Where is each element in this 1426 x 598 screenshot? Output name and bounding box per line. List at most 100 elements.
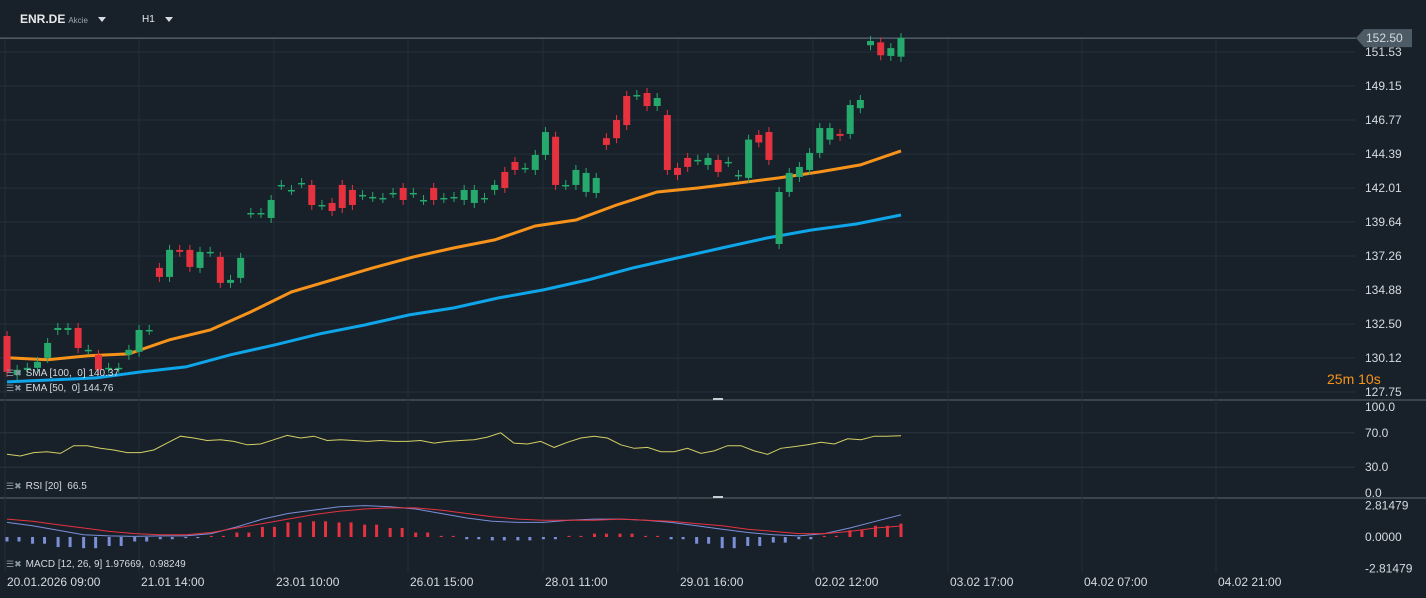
ema-legend: ☰✖ EMA [50, 0] 144.76 — [6, 383, 114, 394]
candle-up — [440, 197, 448, 200]
candle-up — [806, 152, 814, 170]
macd-histogram-bar — [286, 522, 290, 537]
candle-up — [694, 159, 702, 162]
settings-icon[interactable]: ☰✖ — [6, 383, 22, 393]
macd-histogram-bar — [221, 535, 225, 537]
candle-down — [176, 249, 184, 252]
candle-up — [420, 199, 428, 202]
macd-histogram-bar — [196, 537, 200, 539]
candle-up — [785, 172, 793, 192]
macd-histogram-bar — [644, 535, 648, 537]
candle-down — [308, 184, 316, 205]
macd-histogram-bar — [184, 537, 188, 539]
candle-up — [298, 182, 306, 185]
macd-histogram-bar — [31, 537, 35, 544]
candle-down — [328, 202, 336, 211]
macd-histogram-bar — [119, 537, 123, 546]
candle-down — [501, 171, 509, 188]
candle-down — [765, 132, 773, 160]
candle-up — [795, 166, 803, 177]
candle-up — [206, 251, 214, 254]
candle-down — [755, 134, 763, 143]
ema-line — [6, 149, 902, 362]
price-tick-label: 134.88 — [1365, 283, 1402, 297]
rsi-line — [6, 432, 902, 457]
time-tick-label: 21.01 14:00 — [141, 575, 205, 589]
time-tick-label: 23.01 10:00 — [276, 575, 340, 589]
candle-down — [602, 138, 610, 145]
candle-up — [460, 189, 468, 200]
macd-histogram-bar — [82, 537, 86, 549]
candle-up — [704, 157, 712, 165]
macd-histogram-bar — [68, 537, 72, 548]
candle-down — [836, 133, 844, 136]
candle-up — [247, 212, 255, 215]
candle-up — [44, 342, 52, 358]
candle-up — [450, 196, 458, 199]
candle-up — [166, 249, 174, 277]
macd-histogram-bar — [439, 535, 443, 537]
candle-down — [623, 96, 631, 126]
rsi-tick-label: 100.0 — [1365, 400, 1395, 414]
candle-down — [216, 256, 224, 283]
candle-down — [674, 167, 681, 175]
macd-histogram-bar — [133, 537, 137, 542]
macd-histogram-bar — [516, 537, 520, 541]
macd-histogram-bar — [630, 533, 634, 537]
macd-histogram-bar — [260, 526, 264, 537]
sma-legend: ☰✖ SMA [100, 0] 140.37 — [6, 368, 120, 379]
time-tick-label: 29.01 16:00 — [680, 575, 744, 589]
candle-up — [33, 361, 41, 368]
macd-histogram-bar — [43, 537, 47, 544]
macd-histogram-bar — [656, 535, 660, 537]
rsi-legend: ☰✖ RSI [20] 66.5 — [6, 481, 87, 492]
macd-histogram-bar — [158, 537, 162, 540]
resize-handle — [713, 398, 723, 400]
candle-up — [775, 191, 783, 245]
macd-histogram-bar — [707, 537, 711, 544]
settings-icon[interactable]: ☰✖ — [6, 481, 22, 491]
candle-up — [389, 192, 397, 195]
candle-up — [846, 105, 854, 134]
price-tick-label: 127.75 — [1365, 385, 1402, 399]
macd-histogram-bar — [170, 537, 174, 540]
settings-icon[interactable]: ☰✖ — [6, 559, 22, 569]
candle-down — [186, 249, 194, 267]
macd-histogram-bar — [94, 537, 98, 549]
time-tick-label: 02.02 12:00 — [815, 575, 879, 589]
candle-up — [897, 37, 905, 57]
candle-up — [521, 167, 529, 170]
candle-down — [74, 327, 82, 348]
time-tick-label: 26.01 15:00 — [410, 575, 474, 589]
macd-histogram-bar — [247, 532, 251, 537]
candle-up — [734, 174, 742, 177]
macd-histogram-bar — [604, 533, 608, 537]
candle-up — [816, 128, 824, 153]
macd-histogram-bar — [758, 537, 762, 546]
candle-up — [491, 184, 499, 190]
candle-down — [613, 120, 621, 139]
candle-down — [155, 267, 163, 277]
macd-histogram-bar — [17, 537, 21, 542]
macd-histogram-bar — [681, 537, 685, 540]
candle-up — [125, 349, 133, 355]
macd-histogram-bar — [349, 522, 353, 537]
macd-histogram-bar — [5, 537, 9, 542]
macd-legend: ☰✖ MACD [12, 26, 9] 1.97669, 0.98249 — [6, 559, 186, 570]
candle-down — [511, 161, 519, 170]
candle-up — [287, 189, 295, 192]
candle-up — [84, 349, 92, 352]
candle-up — [531, 154, 539, 170]
current-price-label: 152.50 — [1366, 31, 1403, 45]
macd-histogram-bar — [426, 532, 430, 537]
time-tick-label: 03.02 17:00 — [950, 575, 1014, 589]
macd-histogram-bar — [834, 535, 838, 537]
candle-up — [369, 196, 377, 199]
settings-icon[interactable]: ☰✖ — [6, 368, 22, 378]
candle-down — [877, 42, 885, 56]
candle-up — [54, 327, 62, 330]
candle-up — [541, 132, 549, 155]
macd-histogram-bar — [579, 535, 583, 537]
macd-histogram-bar — [860, 530, 864, 537]
price-chart[interactable]: 151.53149.15146.77144.39142.01139.64137.… — [0, 0, 1426, 598]
